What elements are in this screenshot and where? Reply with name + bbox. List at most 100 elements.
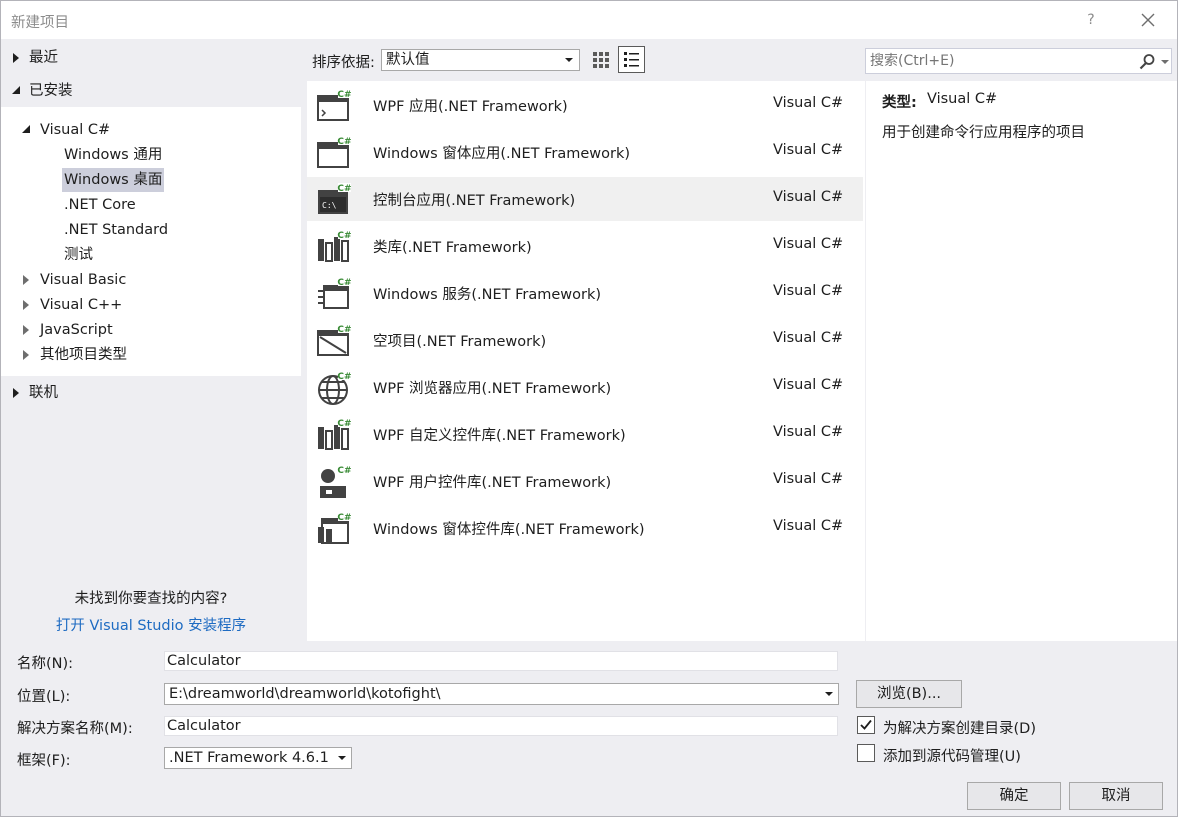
template-item[interactable]: C# Windows 服务(.NET Framework) Visual C# (307, 271, 863, 315)
template-item[interactable]: C# WPF 应用(.NET Framework) Visual C# (307, 83, 863, 127)
template-item[interactable]: C# 类库(.NET Framework) Visual C# (307, 224, 863, 268)
help-button[interactable]: ? (1079, 6, 1103, 34)
template-item[interactable]: C# WPF 用户控件库(.NET Framework) Visual C# (307, 459, 863, 503)
nav-recent-label: 最近 (29, 50, 58, 66)
template-language: Visual C# (773, 283, 844, 299)
expand-arrow-icon (23, 300, 29, 310)
location-label: 位置(L): (17, 689, 71, 705)
svg-text:C#: C# (337, 90, 351, 100)
framework-value: .NET Framework 4.6.1 (169, 750, 329, 766)
expand-arrow-icon (23, 350, 29, 360)
collapse-arrow-icon (22, 125, 30, 133)
chevron-down-icon (565, 58, 573, 62)
framework-label: 框架(F): (17, 753, 71, 769)
class-library-icon: C# (318, 230, 352, 262)
close-icon (1141, 13, 1155, 27)
open-installer-link[interactable]: 打开 Visual Studio 安装程序 (1, 614, 301, 635)
nav-installed-label: 已安装 (29, 83, 73, 99)
list-view-button[interactable] (618, 46, 645, 73)
tree-item-label-selected: Windows 桌面 (62, 168, 165, 192)
template-language: Visual C# (773, 424, 844, 440)
chevron-down-icon[interactable] (825, 692, 833, 696)
chevron-down-icon (338, 756, 346, 760)
tree-item-label: Visual C# (40, 122, 111, 138)
template-item[interactable]: C:\ C# 控制台应用(.NET Framework) Visual C# (307, 177, 863, 221)
location-combo[interactable]: E:\dreamworld\dreamworld\kotofight\ (164, 683, 839, 705)
template-name: WPF 自定义控件库(.NET Framework) (373, 428, 626, 444)
name-label: 名称(N): (17, 656, 74, 672)
template-name: WPF 浏览器应用(.NET Framework) (373, 381, 612, 397)
sort-dropdown-value: 默认值 (386, 52, 430, 68)
wpf-browser-app-icon: C# (318, 371, 352, 405)
ok-button[interactable]: 确定 (967, 782, 1061, 810)
winforms-control-library-icon: C# (318, 512, 352, 544)
tree-item-label: JavaScript (40, 322, 113, 338)
collapse-arrow-icon (12, 86, 20, 94)
framework-combo[interactable]: .NET Framework 4.6.1 (164, 747, 352, 769)
title-bar: 新建项目 ? (1, 1, 1177, 39)
template-name: Windows 窗体控件库(.NET Framework) (373, 522, 645, 538)
template-language: Visual C# (773, 142, 844, 158)
search-input[interactable] (870, 52, 1130, 70)
type-label: 类型: (882, 95, 917, 111)
create-directory-label: 为解决方案创建目录(D) (883, 721, 1036, 737)
chevron-down-icon[interactable] (1161, 60, 1169, 64)
list-view-icon (624, 52, 639, 67)
sort-dropdown[interactable]: 默认值 (381, 49, 580, 71)
template-name: 类库(.NET Framework) (373, 240, 532, 256)
template-search[interactable] (865, 48, 1172, 74)
expand-arrow-icon (23, 275, 29, 285)
type-value: Visual C# (927, 91, 998, 107)
svg-text:C#: C# (337, 513, 351, 523)
template-item[interactable]: C# WPF 自定义控件库(.NET Framework) Visual C# (307, 412, 863, 456)
nav-online-label: 联机 (29, 385, 58, 401)
create-directory-checkbox[interactable] (857, 716, 875, 734)
template-name: 空项目(.NET Framework) (373, 334, 547, 350)
svg-text:C#: C# (337, 184, 351, 194)
template-language: Visual C# (773, 95, 844, 111)
wpf-custom-control-library-icon: C# (318, 418, 352, 450)
svg-text:C#: C# (337, 278, 351, 288)
template-name: WPF 用户控件库(.NET Framework) (373, 475, 612, 491)
cancel-button[interactable]: 取消 (1069, 782, 1163, 810)
svg-text:C:\: C:\ (322, 201, 337, 210)
expand-arrow-icon (23, 325, 29, 335)
tree-item-label: Visual Basic (40, 272, 127, 288)
template-name: Windows 窗体应用(.NET Framework) (373, 146, 630, 162)
template-details: 类型: Visual C# 用于创建命令行应用程序的项目 (866, 81, 1177, 641)
grid-view-icon (593, 52, 609, 68)
expand-arrow-icon (13, 388, 19, 398)
template-description: 用于创建命令行应用程序的项目 (882, 125, 1085, 141)
console-app-icon: C:\C# (318, 183, 352, 214)
category-nav: 最近 已安装 Visual C# Windows 通用 Windows 桌面 .… (1, 39, 301, 641)
tree-item-label: .NET Standard (64, 222, 169, 238)
svg-text:C#: C# (337, 137, 351, 147)
windows-service-icon: C# (318, 277, 352, 309)
browse-button[interactable]: 浏览(B)... (856, 680, 962, 708)
winforms-app-icon: C# (317, 136, 352, 168)
template-item[interactable]: C# 空项目(.NET Framework) Visual C# (307, 318, 863, 362)
new-project-dialog: 新建项目 ? 最近 已安装 Visual C# Windows 通用 Windo… (0, 0, 1178, 817)
source-control-checkbox[interactable] (857, 744, 875, 762)
svg-text:C#: C# (337, 231, 351, 241)
svg-text:C#: C# (337, 466, 351, 476)
template-item[interactable]: C# WPF 浏览器应用(.NET Framework) Visual C# (307, 365, 863, 409)
solution-name-field[interactable] (164, 716, 838, 736)
tree-item-label: .NET Core (64, 197, 136, 213)
svg-text:C#: C# (337, 419, 351, 429)
source-control-label: 添加到源代码管理(U) (883, 749, 1021, 765)
wpf-user-control-library-icon: C# (320, 465, 352, 498)
wpf-app-icon: C# (317, 89, 352, 121)
grid-view-button[interactable] (590, 49, 612, 71)
template-item[interactable]: C# Windows 窗体控件库(.NET Framework) Visual C# (307, 506, 863, 550)
project-name-field[interactable] (164, 651, 838, 671)
template-item[interactable]: C# Windows 窗体应用(.NET Framework) Visual C# (307, 130, 863, 174)
template-name: 控制台应用(.NET Framework) (373, 193, 576, 209)
template-language: Visual C# (773, 189, 844, 205)
expand-arrow-icon (13, 53, 19, 63)
sort-label: 排序依据: (312, 55, 375, 71)
close-button[interactable] (1133, 6, 1163, 34)
solution-name-label: 解决方案名称(M): (17, 721, 133, 737)
template-language: Visual C# (773, 471, 844, 487)
template-language: Visual C# (773, 236, 844, 252)
